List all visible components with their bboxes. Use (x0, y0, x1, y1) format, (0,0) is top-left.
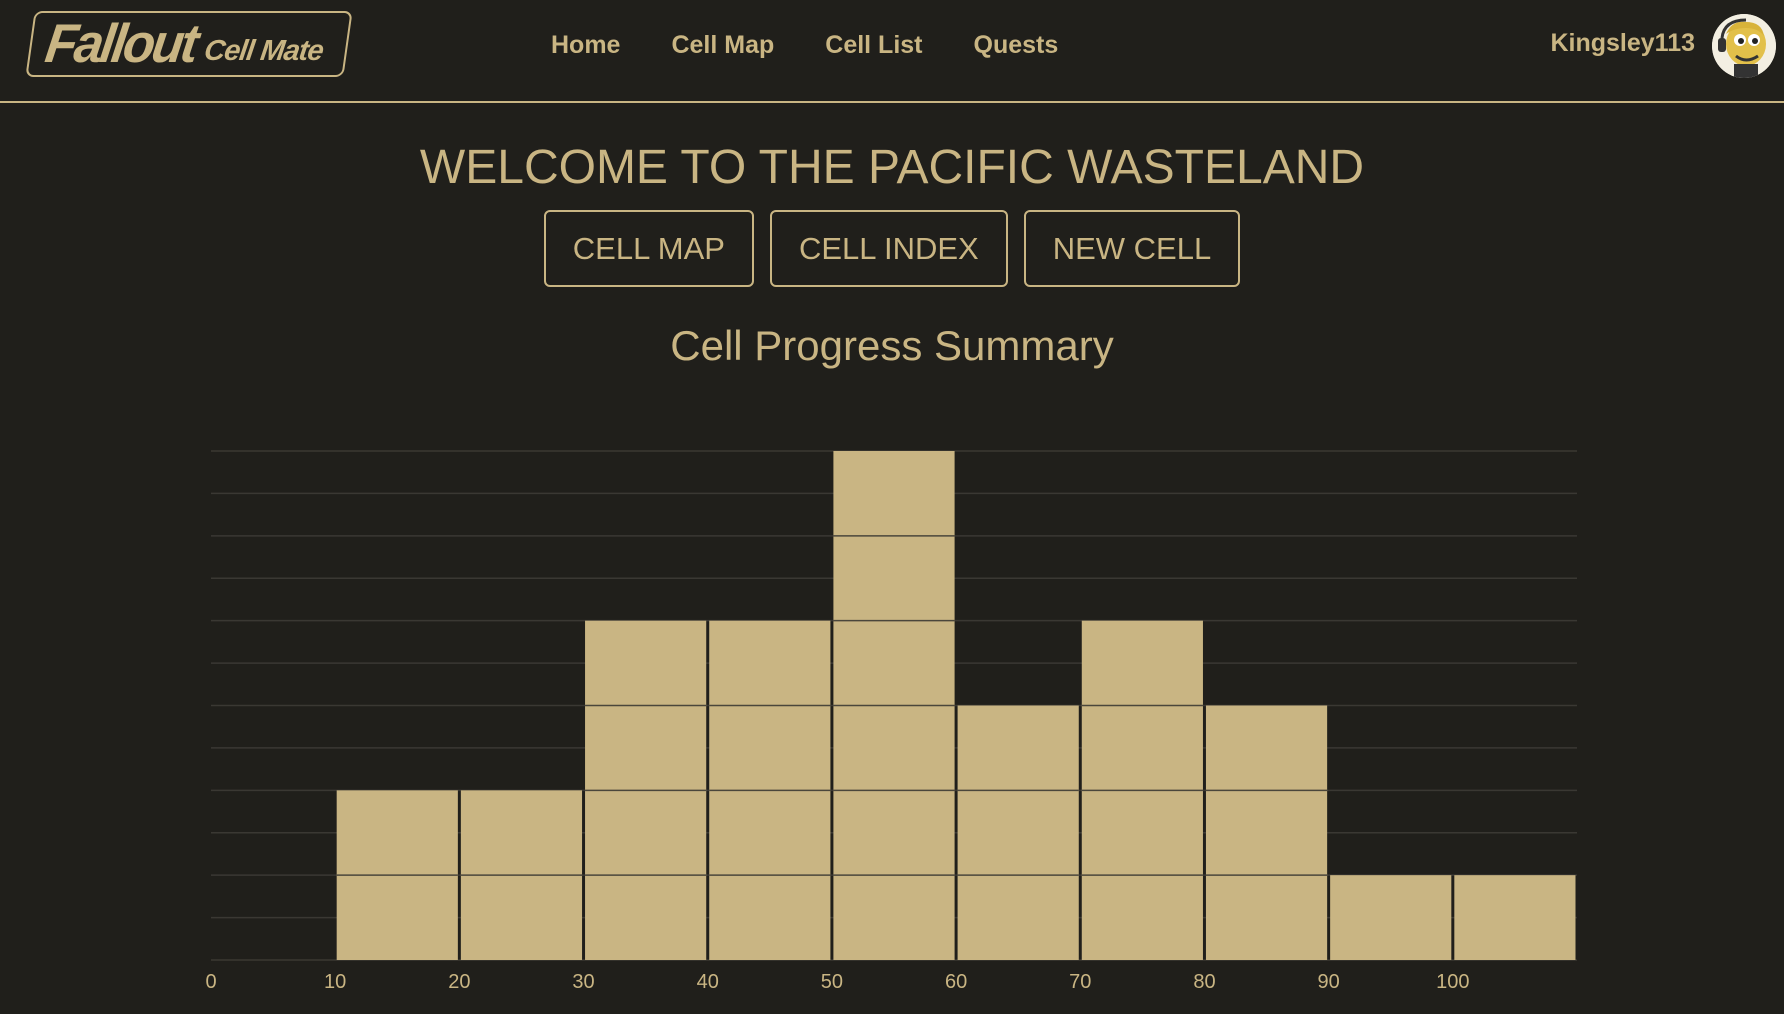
bar[interactable] (1454, 875, 1576, 960)
x-tick-label: 10 (324, 971, 346, 993)
app-logo[interactable]: Fallout Cell Mate (25, 11, 353, 77)
navbar: Fallout Cell Mate Home Cell Map Cell Lis… (0, 0, 1784, 103)
nav-link-quests[interactable]: Quests (974, 28, 1059, 62)
username[interactable]: Kingsley113 (1550, 26, 1695, 60)
x-tick-label: 30 (572, 971, 594, 993)
cell-map-button[interactable]: CELL MAP (543, 210, 754, 287)
cell-index-button[interactable]: CELL INDEX (769, 210, 1008, 287)
bar[interactable] (957, 705, 1079, 961)
x-tick-label: 90 (1318, 971, 1340, 993)
vault-boy-avatar-icon[interactable] (1712, 14, 1776, 78)
page-title: WELCOME TO THE PACIFIC WASTELAND (419, 141, 1365, 194)
cell-progress-chart: 0 10 20 30 40 50 60 70 80 90 100 (205, 450, 1577, 993)
bar[interactable] (1330, 875, 1452, 960)
logo-sub-text: Cell Mate (202, 34, 326, 67)
nav-link-cell-map[interactable]: Cell Map (671, 28, 774, 62)
x-axis-ticks: 0 10 20 30 40 50 60 70 80 90 100 (205, 971, 1469, 993)
x-tick-label: 20 (448, 971, 470, 993)
x-tick-label: 80 (1193, 971, 1215, 993)
chart-title: Cell Progress Summary (670, 322, 1114, 369)
action-buttons: CELL MAP CELL INDEX NEW CELL (0, 210, 1784, 287)
x-tick-label: 50 (821, 971, 843, 993)
x-tick-label: 0 (205, 971, 216, 993)
x-tick-label: 60 (945, 971, 967, 993)
new-cell-button[interactable]: NEW CELL (1023, 210, 1241, 287)
nav-link-home[interactable]: Home (551, 28, 620, 62)
x-tick-label: 70 (1069, 971, 1091, 993)
logo-main-text: Fallout (41, 13, 200, 75)
x-tick-label: 100 (1436, 971, 1469, 993)
nav-links: Home Cell Map Cell List Quests (551, 28, 1058, 62)
x-tick-label: 40 (697, 971, 719, 993)
bar[interactable] (1205, 705, 1328, 961)
nav-link-cell-list[interactable]: Cell List (825, 28, 922, 62)
